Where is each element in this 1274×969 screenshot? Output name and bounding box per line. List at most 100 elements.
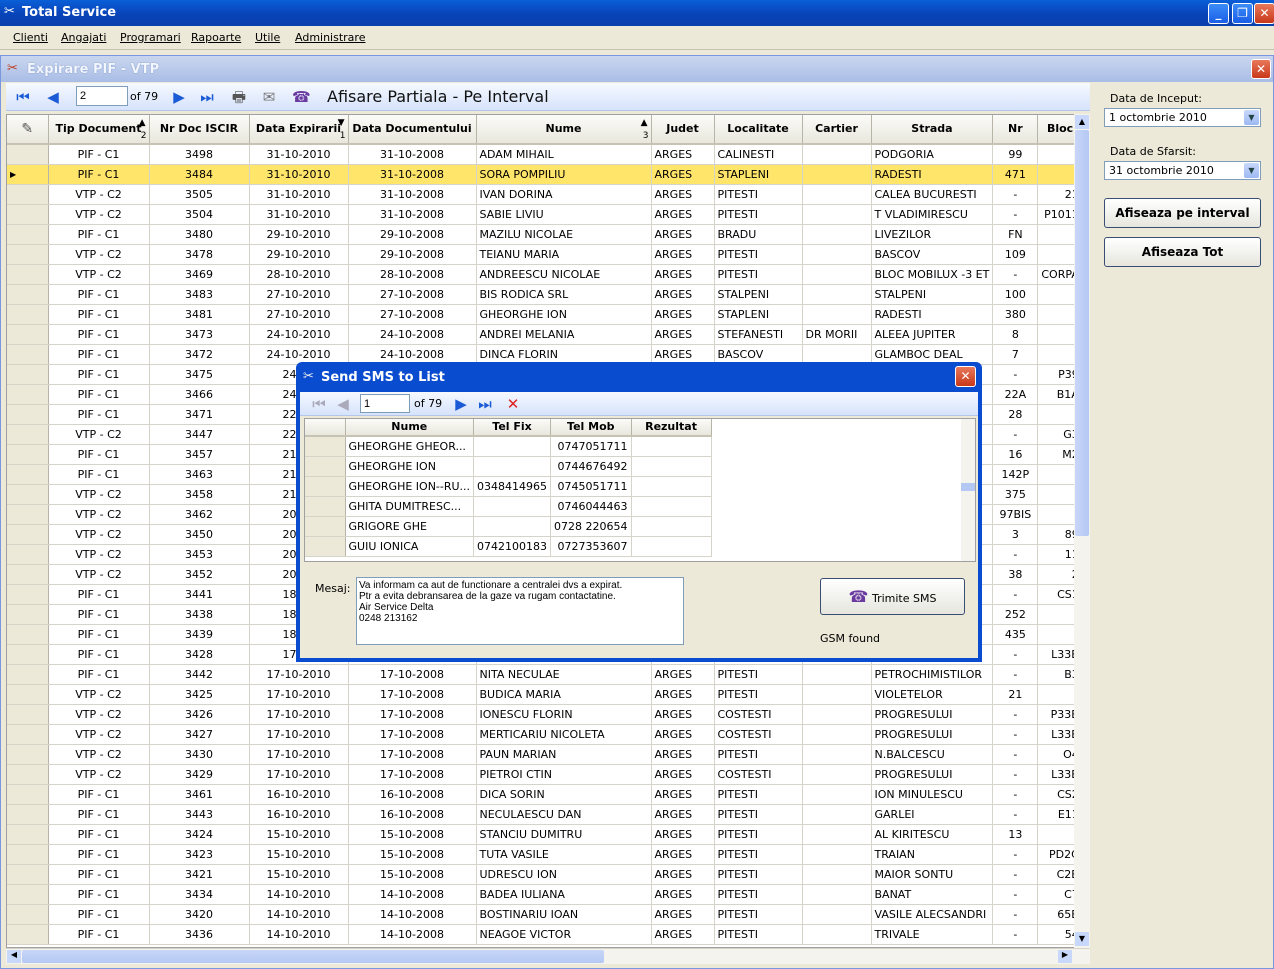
- phone-icon[interactable]: ☎: [292, 88, 311, 106]
- show-all-button[interactable]: Afiseaza Tot: [1104, 237, 1261, 267]
- table-row[interactable]: VTP - C2 3429 17-10-2010 17-10-2008 PIETROI …: [7, 764, 1083, 785]
- sms-row[interactable]: GHEORGHE GHEOR... 0747051711: [305, 436, 712, 457]
- row-header[interactable]: [305, 436, 346, 457]
- sms-col-tel-fix[interactable]: Tel Fix: [473, 419, 552, 437]
- dialog-page-input[interactable]: [360, 394, 410, 413]
- row-header[interactable]: [7, 884, 49, 905]
- row-header[interactable]: [7, 144, 49, 165]
- row-header[interactable]: [7, 444, 49, 465]
- page-input[interactable]: [76, 86, 128, 106]
- sms-row[interactable]: GHITA DUMITRESC... 0746044463: [305, 496, 712, 517]
- table-row[interactable]: PIF - C1 3481 27-10-2010 27-10-2008 GHEORGHE…: [7, 304, 1083, 325]
- close-button[interactable]: ✕: [1254, 3, 1274, 24]
- row-header[interactable]: [7, 864, 49, 885]
- table-row[interactable]: VTP - C2 3504 31-10-2010 31-10-2008 SABIE LI…: [7, 204, 1083, 225]
- table-row[interactable]: PIF - C1 3443 16-10-2010 16-10-2008 NECULAES…: [7, 804, 1083, 825]
- row-header[interactable]: [7, 664, 49, 685]
- row-header[interactable]: [7, 364, 49, 385]
- row-header[interactable]: [7, 264, 49, 285]
- row-header[interactable]: [7, 404, 49, 425]
- table-row[interactable]: PIF - C1 3442 17-10-2010 17-10-2008 NITA NEC…: [7, 664, 1083, 685]
- sms-scroll-thumb[interactable]: [961, 483, 975, 491]
- row-header[interactable]: [7, 524, 49, 545]
- row-header[interactable]: [7, 504, 49, 525]
- row-header[interactable]: [7, 724, 49, 745]
- row-header[interactable]: [305, 476, 346, 497]
- sms-col-nume[interactable]: Nume: [345, 419, 475, 437]
- row-header[interactable]: ▶: [7, 164, 49, 185]
- table-row[interactable]: VTP - C2 3426 17-10-2010 17-10-2008 IONESCU …: [7, 704, 1083, 725]
- sms-recipients-grid[interactable]: Nume Tel Fix Tel Mob Rezultat GHEORGHE G…: [304, 418, 976, 562]
- row-header[interactable]: [305, 536, 346, 557]
- sms-row[interactable]: GHEORGHE ION--RU... 0348414965 0745051711: [305, 476, 712, 497]
- grid-vertical-scrollbar[interactable]: ▲ ▼: [1074, 114, 1090, 948]
- row-header[interactable]: [7, 424, 49, 445]
- scroll-left-icon[interactable]: ◀: [7, 950, 21, 963]
- last-record-icon[interactable]: ⏭: [198, 88, 216, 106]
- table-row[interactable]: PIF - C1 3421 15-10-2010 15-10-2008 UDRESCU …: [7, 864, 1083, 885]
- show-interval-button[interactable]: Afiseaza pe interval: [1104, 198, 1261, 228]
- table-row[interactable]: PIF - C1 3461 16-10-2010 16-10-2008 DICA SOR…: [7, 784, 1083, 805]
- restore-button[interactable]: ❐: [1232, 3, 1253, 24]
- row-header[interactable]: [7, 284, 49, 305]
- table-row[interactable]: VTP - C2 3430 17-10-2010 17-10-2008 PAUN MAR…: [7, 744, 1083, 765]
- sms-row[interactable]: GUIU IONICA 0742100183 0727353607: [305, 536, 712, 557]
- dialog-close-button[interactable]: ✕: [955, 366, 976, 387]
- table-row[interactable]: VTP - C2 3425 17-10-2010 17-10-2008 BUDICA M…: [7, 684, 1083, 705]
- minimize-button[interactable]: _: [1208, 3, 1229, 24]
- menu-angajati[interactable]: Angajati: [61, 31, 106, 44]
- last-record-icon[interactable]: ⏭: [476, 395, 494, 413]
- sms-col-tel-mob[interactable]: Tel Mob: [550, 419, 632, 437]
- row-header[interactable]: [305, 496, 346, 517]
- row-header[interactable]: [7, 304, 49, 325]
- table-row[interactable]: ▶ PIF - C1 3484 31-10-2010 31-10-2008 SORA PO…: [7, 164, 1083, 185]
- col-nr[interactable]: Nr: [992, 115, 1039, 145]
- send-sms-button[interactable]: ☎ Trimite SMS: [820, 578, 965, 615]
- scroll-up-icon[interactable]: ▲: [1075, 115, 1089, 129]
- prev-record-icon[interactable]: ◀: [334, 395, 352, 413]
- row-header[interactable]: [7, 204, 49, 225]
- chevron-down-icon[interactable]: ▼: [1244, 163, 1259, 178]
- row-header[interactable]: [7, 824, 49, 845]
- col-data-documentului[interactable]: Data Documentului: [348, 115, 477, 145]
- col-localitate[interactable]: Localitate: [714, 115, 803, 145]
- row-header[interactable]: [7, 184, 49, 205]
- col-nume[interactable]: Nume ▲ 3: [476, 115, 652, 145]
- row-header[interactable]: [7, 624, 49, 645]
- prev-record-icon[interactable]: ◀: [44, 88, 62, 106]
- col-nr-doc[interactable]: Nr Doc ISCIR: [149, 115, 250, 145]
- row-header[interactable]: [7, 804, 49, 825]
- col-tip-document[interactable]: Tip Document ▲ 2: [48, 115, 150, 145]
- row-header[interactable]: [7, 544, 49, 565]
- chevron-down-icon[interactable]: ▼: [1244, 110, 1259, 125]
- scroll-down-icon[interactable]: ▼: [1075, 932, 1089, 946]
- table-row[interactable]: PIF - C1 3498 31-10-2010 31-10-2008 ADAM MIH…: [7, 144, 1083, 165]
- table-row[interactable]: PIF - C1 3473 24-10-2010 24-10-2008 ANDREI M…: [7, 324, 1083, 345]
- row-header[interactable]: [7, 904, 49, 925]
- menu-clienti[interactable]: Clienti: [13, 31, 48, 44]
- row-header[interactable]: [7, 484, 49, 505]
- row-header[interactable]: [7, 324, 49, 345]
- sms-row[interactable]: GHEORGHE ION 0744676492: [305, 456, 712, 477]
- row-header[interactable]: [7, 844, 49, 865]
- menu-utile[interactable]: Utile: [255, 31, 280, 44]
- row-header[interactable]: [7, 344, 49, 365]
- table-row[interactable]: VTP - C2 3478 29-10-2010 29-10-2008 TEIANU M…: [7, 244, 1083, 265]
- col-strada[interactable]: Strada: [871, 115, 994, 145]
- row-header[interactable]: [7, 784, 49, 805]
- row-header[interactable]: [7, 224, 49, 245]
- row-header[interactable]: [7, 644, 49, 665]
- table-row[interactable]: PIF - C1 3424 15-10-2010 15-10-2008 STANCIU …: [7, 824, 1083, 845]
- grid-horizontal-scrollbar[interactable]: ◀ ▶: [6, 948, 1090, 964]
- table-row[interactable]: PIF - C1 3436 14-10-2010 14-10-2008 NEAGOE V…: [7, 924, 1083, 945]
- delete-icon[interactable]: ✕: [504, 395, 522, 413]
- row-header[interactable]: [7, 564, 49, 585]
- first-record-icon[interactable]: ⏮: [14, 88, 32, 106]
- sms-row[interactable]: GRIGORE GHE 0728 220654: [305, 516, 712, 537]
- printer-icon[interactable]: 🖶: [230, 88, 248, 106]
- row-header[interactable]: [7, 684, 49, 705]
- table-row[interactable]: PIF - C1 3420 14-10-2010 14-10-2008 BOSTINAR…: [7, 904, 1083, 925]
- row-header[interactable]: [7, 384, 49, 405]
- row-header[interactable]: [7, 704, 49, 725]
- table-row[interactable]: PIF - C1 3423 15-10-2010 15-10-2008 TUTA VAS…: [7, 844, 1083, 865]
